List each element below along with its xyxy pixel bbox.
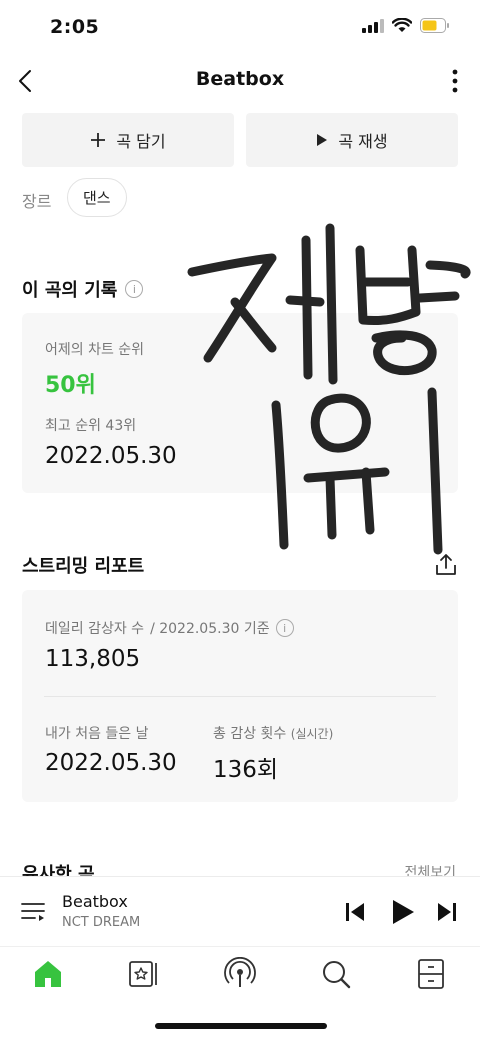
card-divider (44, 696, 436, 697)
info-icon[interactable]: i (125, 280, 144, 298)
play-song-button[interactable]: 곡 재생 (246, 113, 458, 167)
home-icon[interactable] (31, 957, 65, 991)
search-icon[interactable] (319, 957, 353, 991)
history-section-title: 이 곡의 기록 i (22, 276, 144, 302)
daily-listeners-basis: / 2022.05.30 기준 (150, 621, 270, 637)
player-track-title: Beatbox (62, 892, 128, 911)
info-icon[interactable]: i (275, 619, 294, 637)
play-song-label: 곡 재생 (338, 132, 388, 151)
total-plays-label: 총 감상 횟수 (213, 726, 287, 742)
previous-track-icon[interactable] (344, 897, 366, 927)
streaming-section-title: 스트리밍 리포트 (22, 552, 144, 578)
battery-icon (420, 18, 449, 33)
podcast-icon[interactable] (223, 957, 257, 991)
next-track-icon[interactable] (436, 897, 458, 927)
first-listen-value: 2022.05.30 (45, 750, 177, 776)
best-rank-label: 최고 순위 43위 (45, 418, 137, 434)
player-artist: NCT DREAM (62, 915, 141, 930)
mini-player[interactable]: Beatbox NCT DREAM (0, 876, 480, 946)
playlist-icon[interactable] (20, 899, 46, 925)
library-icon[interactable] (127, 957, 161, 991)
play-icon (317, 134, 328, 146)
add-song-label: 곡 담기 (116, 132, 166, 151)
daily-listeners-label: 데일리 감상자 수 (45, 621, 145, 637)
streaming-title: 스트리밍 리포트 (22, 556, 145, 577)
play-pause-icon[interactable] (390, 897, 416, 927)
status-time: 2:05 (50, 16, 100, 38)
genre-label: 장르 (22, 192, 52, 211)
daily-listeners-value: 113,805 (45, 646, 141, 672)
more-options-icon[interactable] (448, 68, 462, 94)
total-plays-label-row: 총 감상 횟수 (실시간) (213, 723, 333, 743)
status-icons (362, 18, 450, 33)
yesterday-rank-value: 50위 (45, 373, 96, 398)
history-card: 어제의 차트 순위 50위 최고 순위 43위 2022.05.30 (22, 313, 458, 493)
add-song-button[interactable]: 곡 담기 (22, 113, 234, 167)
nav-header: Beatbox (0, 58, 480, 104)
total-plays-suffix: (실시간) (290, 727, 334, 741)
total-plays-value: 136회 (213, 757, 279, 783)
first-listen-label: 내가 처음 들은 날 (45, 726, 149, 742)
yesterday-rank-label: 어제의 차트 순위 (45, 342, 145, 358)
history-title: 이 곡의 기록 (22, 280, 118, 301)
streaming-card: 데일리 감상자 수 / 2022.05.30 기준 i 113,805 내가 처… (22, 590, 458, 802)
signal-icon (362, 18, 384, 33)
status-bar: 2:05 (0, 0, 480, 54)
genre-chip[interactable]: 댄스 (67, 178, 127, 217)
home-indicator[interactable] (155, 1023, 327, 1029)
page-title: Beatbox (195, 68, 285, 90)
storage-icon[interactable] (414, 957, 448, 991)
wifi-icon (392, 18, 412, 32)
daily-listeners-row: 데일리 감상자 수 / 2022.05.30 기준 i (45, 618, 294, 638)
best-rank-date: 2022.05.30 (45, 443, 177, 469)
share-icon[interactable] (434, 553, 458, 577)
plus-icon (91, 133, 106, 147)
